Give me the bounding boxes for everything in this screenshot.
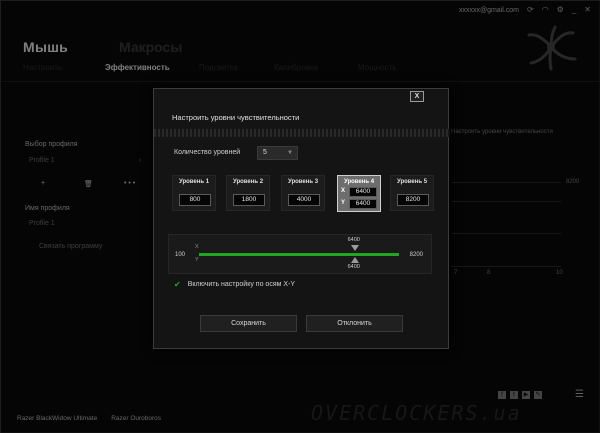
slider-y-axis-label: Y [195,257,199,263]
slider-min-label: 100 [175,252,186,258]
sensitivity-slider-box: 100 8200 X Y 6400 6400 [168,234,432,274]
level-3-label: Уровень 3 [287,179,319,185]
level-4-card[interactable]: Уровень 4 X 6400 Y 6400 [337,175,381,212]
levels-count-value: 5 [263,149,267,156]
slider-x-track[interactable] [199,253,399,256]
levels-count-select[interactable]: 5 ▼ [257,146,298,160]
dialog-close-button[interactable]: X [410,91,424,102]
level-2-input[interactable]: 1800 [233,194,265,206]
xy-axis-checkbox-row[interactable]: ✔ Включить настройку по осям X-Y [174,280,295,289]
save-button[interactable]: Сохранить [200,315,297,332]
razer-synapse-window: xxxxxx@gmail.com ⟳ ◠ ⚙ _ ✕ Мышь Макросы … [0,0,600,433]
level-4-x-input[interactable]: 6400 [349,187,377,197]
chevron-down-icon: ▼ [287,150,293,156]
level-3-card[interactable]: Уровень 3 4000 [281,175,325,211]
level-5-label: Уровень 5 [396,179,428,185]
slider-x-value: 6400 [347,237,360,243]
slider-y-value: 6400 [347,264,360,270]
levels-count-label: Количество уровней [174,149,241,156]
dialog-divider [154,129,450,137]
level-4-y-label: Y [341,200,346,206]
level-4-y-input[interactable]: 6400 [349,199,377,209]
level-3-input[interactable]: 4000 [288,194,320,206]
dialog-title: Настроить уровни чувствительности [172,113,300,122]
slider-max-label: 8200 [409,252,423,258]
checkmark-icon[interactable]: ✔ [174,280,181,289]
slider-x-thumb[interactable] [350,245,359,251]
level-1-label: Уровень 1 [178,179,210,185]
level-2-card[interactable]: Уровень 2 1800 [226,175,270,211]
level-5-card[interactable]: Уровень 5 8200 [390,175,434,211]
level-5-input[interactable]: 8200 [397,194,429,206]
cancel-button[interactable]: Отклонить [306,315,403,332]
slider-x-axis-label: X [195,244,199,250]
level-2-label: Уровень 2 [232,179,264,185]
sensitivity-dialog: X Настроить уровни чувствительности Коли… [153,88,450,349]
level-1-card[interactable]: Уровень 1 800 [172,175,216,211]
slider-y-thumb[interactable] [350,257,359,263]
xy-axis-checkbox-label: Включить настройку по осям X-Y [187,281,296,288]
level-1-input[interactable]: 800 [179,194,211,206]
level-4-x-label: X [341,188,346,194]
level-4-label: Уровень 4 [343,179,375,185]
